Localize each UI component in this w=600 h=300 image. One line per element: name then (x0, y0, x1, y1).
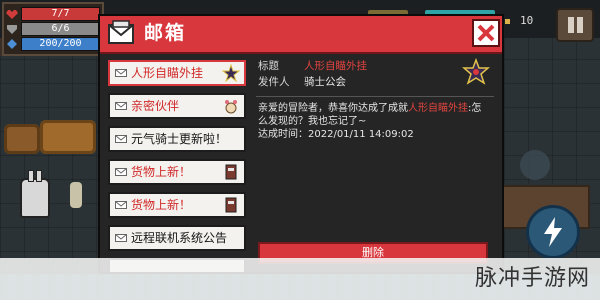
envelope-icon (115, 234, 127, 242)
mail-item[interactable]: 亲密伙伴 (108, 93, 246, 119)
envelope-icon (115, 102, 127, 110)
bottle-decoration (70, 182, 82, 208)
hp-bar: 7/7 (21, 7, 100, 21)
hp-row: 7/7 (6, 7, 100, 21)
envelope-icon (115, 201, 127, 209)
armor-bar: 6/6 (21, 22, 100, 36)
tree-decoration (40, 120, 96, 154)
subject-value: 人形自瞄外挂 (304, 60, 367, 72)
lightning-icon (544, 217, 562, 247)
energy-row: 200/200 (6, 37, 100, 51)
mail-item[interactable]: 人形自瞄外挂 (108, 60, 246, 86)
coin-icon (505, 18, 510, 24)
mail-item-label: 人形自瞄外挂 (131, 66, 204, 80)
mailbox-icon (108, 20, 134, 44)
goods-icon (225, 164, 237, 180)
watermark-text: 脉冲手游网 (474, 266, 590, 291)
armor-row: 6/6 (6, 22, 100, 36)
pause-button[interactable] (556, 8, 594, 42)
shield-icon (7, 25, 17, 34)
star-badge-icon (462, 58, 490, 85)
envelope-icon (115, 69, 127, 77)
mail-item[interactable]: 元气骑士更新啦！ (108, 126, 246, 152)
body-highlight: 人形自瞄外挂 (408, 103, 468, 114)
mail-header: 邮箱 (100, 16, 502, 54)
skill-button[interactable] (526, 205, 580, 259)
coin-count: 10 (520, 14, 534, 27)
mail-dialog: 邮箱 人形自瞄外挂 亲密伙伴 元气骑士更新啦！ 货物上新！ 货物上新！ 远程联机… (98, 14, 504, 274)
mail-title: 邮箱 (144, 22, 187, 44)
weapon-switch-button[interactable] (520, 150, 550, 180)
tree-decoration (4, 124, 40, 154)
mail-item-label: 元气骑士更新啦！ (131, 132, 228, 146)
divider (256, 96, 494, 97)
pause-icon (577, 17, 583, 33)
body-text: 亲爱的冒险者，恭喜你达成了成就 (258, 103, 408, 114)
coin-counter: 10 (505, 14, 533, 27)
subject-label: 标题 (258, 60, 279, 72)
player-stats-panel: 7/7 6/6 200/200 (2, 2, 104, 56)
energy-value: 200/200 (39, 38, 82, 49)
achieved-time: 2022/01/11 14:09:02 (308, 129, 414, 140)
star-badge-icon (222, 64, 240, 82)
pet-icon (225, 100, 237, 114)
armor-value: 6/6 (51, 23, 70, 34)
mail-item[interactable]: 货物上新！ (108, 192, 246, 218)
goods-icon (225, 197, 237, 213)
sender-label: 发件人 (258, 76, 290, 88)
achieved-label: 达成时间： (258, 129, 308, 140)
sender-value: 骑士公会 (304, 76, 346, 88)
mail-body: 亲爱的冒险者，恭喜你达成了成就人形自瞄外挂:怎么发现的？我也忘记了~ 达成时间：… (258, 102, 484, 141)
energy-crystal-icon (7, 39, 17, 49)
energy-bar: 200/200 (21, 37, 100, 51)
mail-item[interactable]: 货物上新！ (108, 159, 246, 185)
pause-icon (568, 17, 574, 33)
hp-value: 7/7 (51, 8, 70, 19)
subject-row: 标题 人形自瞄外挂 (256, 58, 494, 74)
mail-item-label: 货物上新！ (131, 165, 192, 179)
close-icon (477, 24, 495, 42)
mail-item-label: 货物上新！ (131, 198, 192, 212)
mail-detail: 标题 人形自瞄外挂 发件人 骑士公会 亲爱的冒险者，恭喜你达成了成就人形自瞄外挂… (256, 58, 494, 270)
heart-icon (6, 10, 18, 19)
envelope-icon (115, 168, 127, 176)
close-button[interactable] (472, 19, 500, 47)
envelope-icon (115, 135, 127, 143)
mail-item-label: 亲密伙伴 (131, 99, 180, 113)
mail-item-label: 远程联机系统公告 (131, 231, 228, 245)
sender-row: 发件人 骑士公会 (256, 74, 494, 90)
mail-list: 人形自瞄外挂 亲密伙伴 元气骑士更新啦！ 货物上新！ 货物上新！ 远程联机系统公… (108, 60, 246, 272)
player-character (20, 170, 50, 218)
mail-item[interactable]: 远程联机系统公告 (108, 225, 246, 251)
